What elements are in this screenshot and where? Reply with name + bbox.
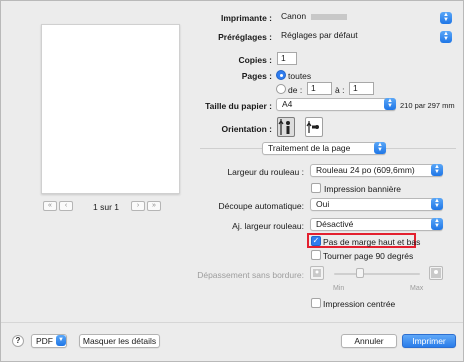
presets-select[interactable]: Réglages par défaut <box>276 30 452 43</box>
rotate-90-label: Tourner page 90 degrés <box>323 251 414 261</box>
pages-all-radio[interactable] <box>276 70 286 80</box>
overflow-max-label: Max <box>410 285 424 292</box>
overflow-min-icon <box>310 266 324 280</box>
pages-from-input[interactable]: 1 <box>307 82 332 95</box>
adj-roll-width-dropdown-icon[interactable]: ▲ ▼ <box>431 218 443 230</box>
paper-size-label: Taille du papier : <box>205 101 272 111</box>
borderless-overflow-label: Dépassement sans bordure: <box>197 270 304 280</box>
auto-cut-value: Oui <box>316 199 330 209</box>
section-value: Traitement de la page <box>268 143 351 153</box>
prev-page-button[interactable]: ‹ <box>59 201 73 211</box>
section-select[interactable]: Traitement de la page <box>262 142 386 155</box>
pdf-dropdown-icon[interactable]: ▼ <box>56 335 66 346</box>
section-dropdown-icon[interactable]: ▲ ▼ <box>374 142 386 154</box>
printer-value: Canon <box>281 11 307 21</box>
pages-to-input[interactable]: 1 <box>349 82 374 95</box>
centered-print-label: Impression centrée <box>323 299 396 309</box>
adj-roll-width-label: Aj. largeur rouleau: <box>232 221 304 231</box>
adj-roll-width-value: Désactivé <box>316 219 354 229</box>
last-page-button[interactable]: » <box>147 201 161 211</box>
roll-width-select[interactable]: Rouleau 24 po (609,6mm) <box>310 164 443 177</box>
roll-width-label: Largeur du rouleau : <box>227 167 304 177</box>
no-margin-checkbox[interactable]: ✓ <box>311 236 321 246</box>
overflow-max-icon <box>429 266 443 280</box>
hide-details-button[interactable]: Masquer les détails <box>79 334 160 348</box>
presets-dropdown-icon[interactable]: ▲ ▼ <box>440 31 452 43</box>
printer-dropdown-icon[interactable]: ▲ ▼ <box>440 12 452 24</box>
orientation-label: Orientation : <box>221 124 272 134</box>
no-margin-label: Pas de marge haut et bas <box>323 237 421 247</box>
auto-cut-label: Découpe automatique: <box>218 201 304 211</box>
help-button[interactable]: ? <box>12 335 24 347</box>
presets-label: Préréglages : <box>218 32 272 42</box>
roll-width-value: Rouleau 24 po (609,6mm) <box>316 165 415 175</box>
pdf-label: PDF <box>36 336 53 346</box>
overflow-min-label: Min <box>333 285 345 292</box>
printer-select[interactable]: Canon <box>276 11 452 24</box>
pages-from-label: de : <box>288 85 303 95</box>
pages-all-label: toutes <box>288 71 312 81</box>
presets-value: Réglages par défaut <box>281 30 358 40</box>
first-page-button[interactable]: « <box>43 201 57 211</box>
banner-checkbox[interactable] <box>311 183 321 193</box>
page-indicator: 1 sur 1 <box>93 202 119 212</box>
orientation-portrait-button[interactable] <box>277 117 295 137</box>
orientation-landscape-button[interactable] <box>305 117 323 137</box>
landscape-icon <box>306 121 319 133</box>
portrait-icon <box>278 119 290 135</box>
page-preview <box>41 24 180 194</box>
adj-roll-width-select[interactable]: Désactivé <box>310 218 443 231</box>
paper-size-dropdown-icon[interactable]: ▲ ▼ <box>384 98 396 110</box>
print-button[interactable]: Imprimer <box>402 334 456 348</box>
auto-cut-dropdown-icon[interactable]: ▲ ▼ <box>431 198 443 210</box>
rotate-90-checkbox[interactable] <box>311 250 321 260</box>
pages-range-radio[interactable] <box>276 84 286 94</box>
paper-dimensions: 210 par 297 mm <box>400 101 455 110</box>
printer-name-redacted <box>311 13 348 20</box>
auto-cut-select[interactable]: Oui <box>310 198 443 211</box>
overflow-slider-track[interactable] <box>334 273 420 275</box>
paper-size-value: A4 <box>282 99 293 109</box>
copies-input[interactable]: 1 <box>277 52 297 65</box>
banner-label: Impression bannière <box>324 184 402 194</box>
roll-width-dropdown-icon[interactable]: ▲ ▼ <box>431 164 443 176</box>
overflow-slider-thumb[interactable] <box>356 268 364 278</box>
footer-separator <box>1 322 463 323</box>
copies-label: Copies : <box>238 55 272 65</box>
pages-to-label: à : <box>335 85 345 95</box>
centered-print-checkbox[interactable] <box>311 298 321 308</box>
paper-size-select[interactable]: A4 <box>276 98 396 111</box>
printer-label: Imprimante : <box>220 13 272 23</box>
cancel-button[interactable]: Annuler <box>341 334 397 348</box>
next-page-button[interactable]: › <box>131 201 145 211</box>
pages-label: Pages : <box>241 71 272 81</box>
